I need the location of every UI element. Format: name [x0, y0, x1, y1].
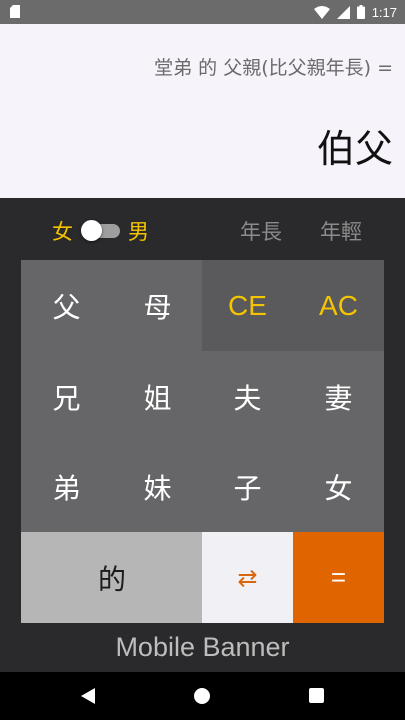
key-all-clear[interactable]: AC [293, 260, 384, 351]
cellular-signal-icon [336, 5, 350, 19]
back-icon[interactable] [81, 688, 95, 704]
key-father[interactable]: 父 [21, 260, 112, 351]
key-older-brother[interactable]: 兄 [21, 351, 112, 442]
battery-icon [356, 5, 365, 19]
key-swap[interactable]: ⇄ [202, 532, 293, 623]
age-younger-button[interactable]: 年輕 [320, 216, 362, 246]
key-husband[interactable]: 夫 [202, 351, 293, 442]
key-son[interactable]: 子 [202, 441, 293, 532]
key-of[interactable]: 的 [21, 532, 203, 623]
mobile-banner-ad[interactable]: Mobile Banner [0, 622, 405, 672]
gender-female-label[interactable]: 女 [52, 216, 73, 246]
recent-apps-icon[interactable] [309, 688, 324, 703]
key-daughter[interactable]: 女 [293, 441, 384, 532]
sd-card-icon [10, 5, 20, 18]
expression-text: 堂弟 的 父親(比父親年長) = [154, 57, 393, 79]
key-wife[interactable]: 妻 [293, 351, 384, 442]
wifi-icon [313, 5, 330, 19]
home-icon[interactable] [194, 688, 210, 704]
options-row: 女 男 年長 年輕 [0, 198, 405, 260]
status-time: 1:17 [371, 4, 397, 20]
key-clear-entry[interactable]: CE [202, 260, 293, 351]
result-display: 堂弟 的 父親(比父親年長) = 伯父 [0, 24, 405, 198]
key-older-sister[interactable]: 姐 [112, 351, 203, 442]
key-mother[interactable]: 母 [112, 260, 203, 351]
key-younger-brother[interactable]: 弟 [21, 441, 112, 532]
calculator-panel: 女 男 年長 年輕 父 母 CE AC 兄 姐 夫 妻 弟 妹 子 女 的 ⇄ … [0, 198, 405, 672]
key-equals[interactable]: = [293, 532, 384, 623]
keypad: 父 母 CE AC 兄 姐 夫 妻 弟 妹 子 女 的 ⇄ = [21, 260, 384, 623]
navigation-bar [0, 672, 405, 720]
key-younger-sister[interactable]: 妹 [112, 441, 203, 532]
age-older-button[interactable]: 年長 [240, 216, 282, 246]
status-bar: 1:17 [0, 0, 405, 24]
result-text: 伯父 [316, 127, 393, 171]
gender-toggle-knob[interactable] [81, 220, 102, 241]
gender-male-label[interactable]: 男 [128, 216, 149, 246]
